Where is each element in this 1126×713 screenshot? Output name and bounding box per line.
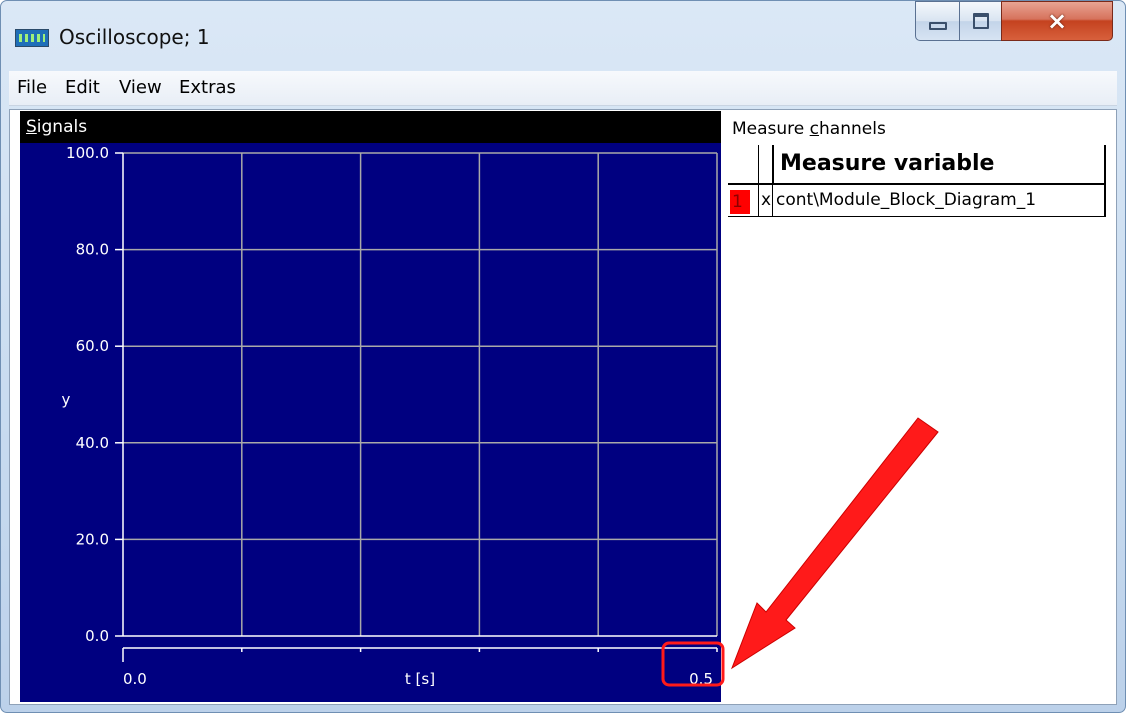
signal-plot[interactable]: 100.0 80.0 60.0 40.0 20.0 0.0 0.0 0.5 t [s] y bbox=[20, 143, 721, 702]
column-divider bbox=[758, 145, 759, 183]
menu-extras[interactable]: Extras bbox=[179, 77, 236, 98]
menu-bar: File Edit View Extras bbox=[9, 71, 1117, 106]
maximize-button[interactable] bbox=[959, 1, 1002, 41]
signals-panel: Signals 100.0 80.0 60.0 40.0 20.0 0.0 0.0 0.5 t … bbox=[20, 111, 721, 702]
signals-header: Signals bbox=[20, 111, 721, 143]
close-button[interactable]: × bbox=[1001, 1, 1113, 41]
channels-title-pre: Measure bbox=[732, 119, 810, 139]
channels-title-accelerator: c bbox=[809, 119, 820, 139]
menu-file[interactable]: File bbox=[17, 77, 47, 98]
x-tick-label: 0.5 bbox=[689, 670, 713, 688]
title-bar[interactable]: Oscilloscope; 1 × bbox=[1, 1, 1125, 69]
measure-variable-name: cont\Module_Block_Diagram_1 bbox=[776, 190, 1037, 210]
table-header-row: Measure variable bbox=[728, 145, 1106, 185]
measure-variable-header[interactable]: Measure variable bbox=[780, 151, 994, 176]
signals-title: Signals bbox=[26, 117, 87, 137]
y-tick-label: 40.0 bbox=[76, 434, 109, 452]
maximize-icon bbox=[972, 13, 989, 29]
minimize-icon bbox=[928, 22, 947, 30]
column-divider bbox=[1104, 145, 1106, 183]
y-tick-label: 20.0 bbox=[76, 530, 109, 548]
close-icon: × bbox=[1046, 7, 1068, 35]
oscilloscope-app-icon bbox=[15, 29, 49, 47]
y-axis-label: y bbox=[62, 391, 71, 409]
y-tick-label: 0.0 bbox=[85, 627, 109, 645]
table-row[interactable]: 1 x cont\Module_Block_Diagram_1 bbox=[728, 185, 1106, 217]
menu-edit[interactable]: Edit bbox=[65, 77, 100, 98]
y-tick-label: 80.0 bbox=[76, 241, 109, 259]
signals-title-accelerator: S bbox=[26, 117, 37, 137]
channel-number: 1 bbox=[730, 190, 750, 214]
channel-flag: x bbox=[761, 190, 772, 210]
channels-title-post: hannels bbox=[819, 119, 886, 139]
column-divider bbox=[758, 185, 759, 217]
signals-title-text: ignals bbox=[36, 117, 88, 137]
window-title: Oscilloscope; 1 bbox=[59, 25, 210, 49]
measure-channels-panel: Measure channels Measure variable 1 x co… bbox=[726, 111, 1116, 703]
y-tick-label: 60.0 bbox=[76, 337, 109, 355]
x-axis-label: t [s] bbox=[405, 670, 435, 688]
menu-view[interactable]: View bbox=[119, 77, 162, 98]
minimize-button[interactable] bbox=[915, 1, 960, 41]
measure-channels-title: Measure channels bbox=[732, 119, 886, 139]
column-divider bbox=[772, 145, 774, 183]
x-tick-label: 0.0 bbox=[123, 670, 147, 688]
column-divider bbox=[772, 185, 773, 217]
y-tick-label: 100.0 bbox=[66, 144, 109, 162]
